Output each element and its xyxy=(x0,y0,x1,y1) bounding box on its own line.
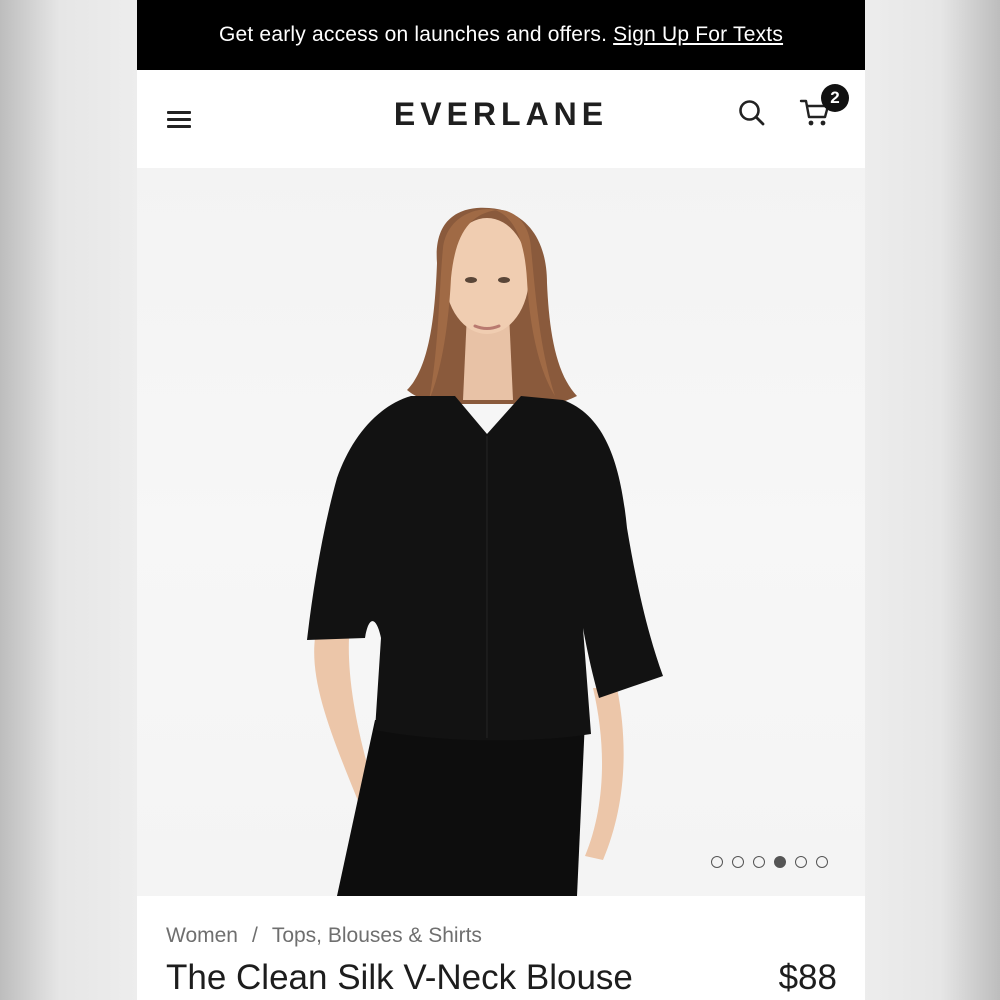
cart-count-badge: 2 xyxy=(821,84,849,112)
cart-button[interactable]: 2 xyxy=(799,84,851,134)
breadcrumb-tops-blouses-shirts[interactable]: Tops, Blouses & Shirts xyxy=(272,924,482,948)
carousel-dot[interactable] xyxy=(816,856,828,868)
promo-banner: Get early access on launches and offers.… xyxy=(137,0,865,70)
carousel-dot[interactable] xyxy=(774,856,786,868)
product-title: The Clean Silk V-Neck Blouse xyxy=(166,958,633,997)
product-price: $88 xyxy=(778,958,837,997)
site-header: EVERLANE 2 xyxy=(137,70,865,168)
carousel-dot[interactable] xyxy=(711,856,723,868)
carousel-dot[interactable] xyxy=(795,856,807,868)
product-image[interactable] xyxy=(137,168,865,896)
breadcrumb-women[interactable]: Women xyxy=(166,924,238,948)
search-icon[interactable] xyxy=(737,98,767,128)
phone-screen: Get early access on launches and offers.… xyxy=(137,0,865,1000)
breadcrumb: Women / Tops, Blouses & Shirts xyxy=(166,924,482,948)
breadcrumb-separator: / xyxy=(251,924,258,947)
carousel-dot[interactable] xyxy=(732,856,744,868)
sign-up-for-texts-link[interactable]: Sign Up For Texts xyxy=(613,23,783,47)
image-carousel-dots xyxy=(711,856,828,868)
carousel-dot[interactable] xyxy=(753,856,765,868)
model-photo xyxy=(307,207,663,896)
promo-text: Get early access on launches and offers. xyxy=(218,23,608,46)
